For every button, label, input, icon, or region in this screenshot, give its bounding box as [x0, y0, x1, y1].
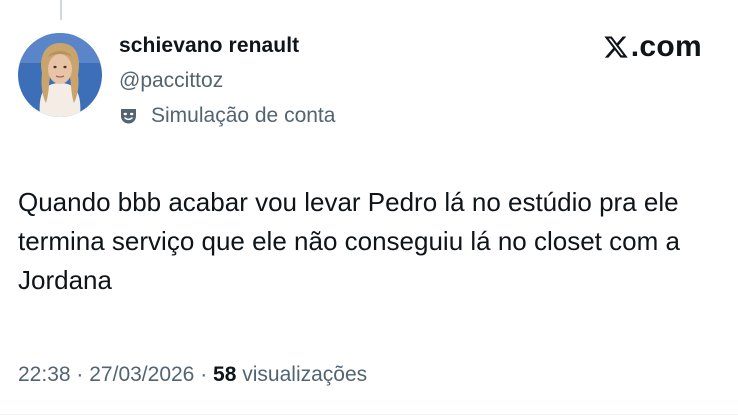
- parody-label-text: Simulação de conta: [151, 104, 336, 127]
- tweet-metadata: 22:38 · 27/03/2026 · 58 visualizações: [18, 363, 367, 387]
- views-count[interactable]: 58: [213, 363, 236, 386]
- parody-account-label: Simulação de conta: [119, 104, 335, 128]
- tweet-date[interactable]: 27/03/2026: [89, 363, 194, 386]
- x-com-brand: .com: [603, 30, 702, 64]
- meta-separator: ·: [76, 363, 84, 386]
- views-label: visualizações: [242, 363, 368, 386]
- user-handle[interactable]: @paccittoz: [119, 69, 223, 93]
- avatar-image: [18, 33, 102, 117]
- theater-mask-icon: [119, 106, 139, 126]
- avatar[interactable]: [18, 33, 102, 117]
- thread-connector-line: [60, 0, 62, 20]
- display-name[interactable]: schievano renault: [119, 34, 299, 58]
- tweet-time[interactable]: 22:38: [18, 363, 71, 386]
- x-logo-icon: [603, 34, 629, 60]
- brand-domain-text: .com: [630, 30, 702, 63]
- meta-separator: ·: [200, 363, 208, 386]
- tweet-text: Quando bbb acabar vou levar Pedro lá no …: [18, 187, 680, 295]
